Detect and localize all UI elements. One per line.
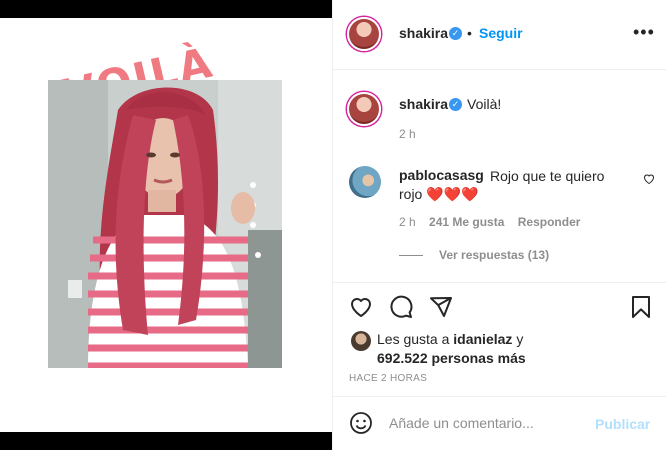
author-avatar[interactable] [347, 17, 381, 51]
comment-like-heart-icon[interactable] [643, 172, 655, 188]
comment-input[interactable] [389, 415, 589, 431]
likes-prefix: Les gusta a [377, 331, 450, 347]
likes-count[interactable]: 692.522 personas más [377, 350, 526, 366]
comment-time[interactable]: 2 h [399, 215, 416, 229]
reply-button[interactable]: Responder [518, 215, 581, 229]
replies-divider [399, 255, 423, 257]
bookmark-icon[interactable] [629, 295, 653, 322]
comment-text: Rojo que te quiero rojo ❤️❤️❤️ [399, 168, 605, 202]
post-actions: Les gusta a idanielaz y 692.522 personas… [333, 282, 666, 402]
comment-likes[interactable]: 241 Me gusta [429, 215, 504, 229]
follow-button[interactable]: Seguir [479, 25, 523, 41]
publish-button[interactable]: Publicar [595, 416, 650, 432]
caption-time[interactable]: 2 h [399, 127, 416, 141]
likes-conjunction: y [516, 331, 524, 347]
caption-avatar[interactable] [347, 92, 381, 126]
view-replies-label: Ver respuestas (13) [439, 248, 550, 262]
caption-text: Voilà! [467, 96, 502, 112]
comment-composer: Publicar [333, 396, 666, 450]
comment-icon[interactable] [389, 295, 413, 322]
author-username[interactable]: shakira [399, 25, 448, 41]
liker-username[interactable]: idanielaz [453, 331, 512, 347]
post-header: shakira ✓ • Seguir ••• [333, 0, 666, 70]
header-separator: • [467, 25, 472, 41]
post-sidebar: shakira ✓ • Seguir ••• shakira ✓ Voilà! … [332, 0, 666, 450]
likes-summary: Les gusta a idanielaz y 692.522 personas… [377, 330, 526, 368]
caption-username[interactable]: shakira [399, 96, 448, 112]
post-timestamp[interactable]: HACE 2 HORAS [349, 373, 427, 384]
heart-icon[interactable] [349, 295, 373, 322]
comment-meta: 2 h 241 Me gusta Responder [399, 215, 590, 229]
emoji-icon[interactable] [349, 411, 373, 438]
commenter-avatar[interactable] [349, 166, 381, 198]
post-media[interactable]: VOILÀ [0, 18, 332, 432]
liker-avatar[interactable] [351, 331, 371, 351]
post-photo [48, 80, 282, 368]
view-replies-button[interactable]: Ver respuestas (13) [399, 248, 549, 262]
verified-icon: ✓ [449, 27, 462, 40]
more-icon[interactable]: ••• [633, 22, 655, 43]
share-icon[interactable] [429, 295, 453, 322]
instagram-post: VOILÀ shakira ✓ • Seguir ••• shakira ✓ V… [0, 0, 666, 450]
verified-icon: ✓ [449, 98, 462, 111]
